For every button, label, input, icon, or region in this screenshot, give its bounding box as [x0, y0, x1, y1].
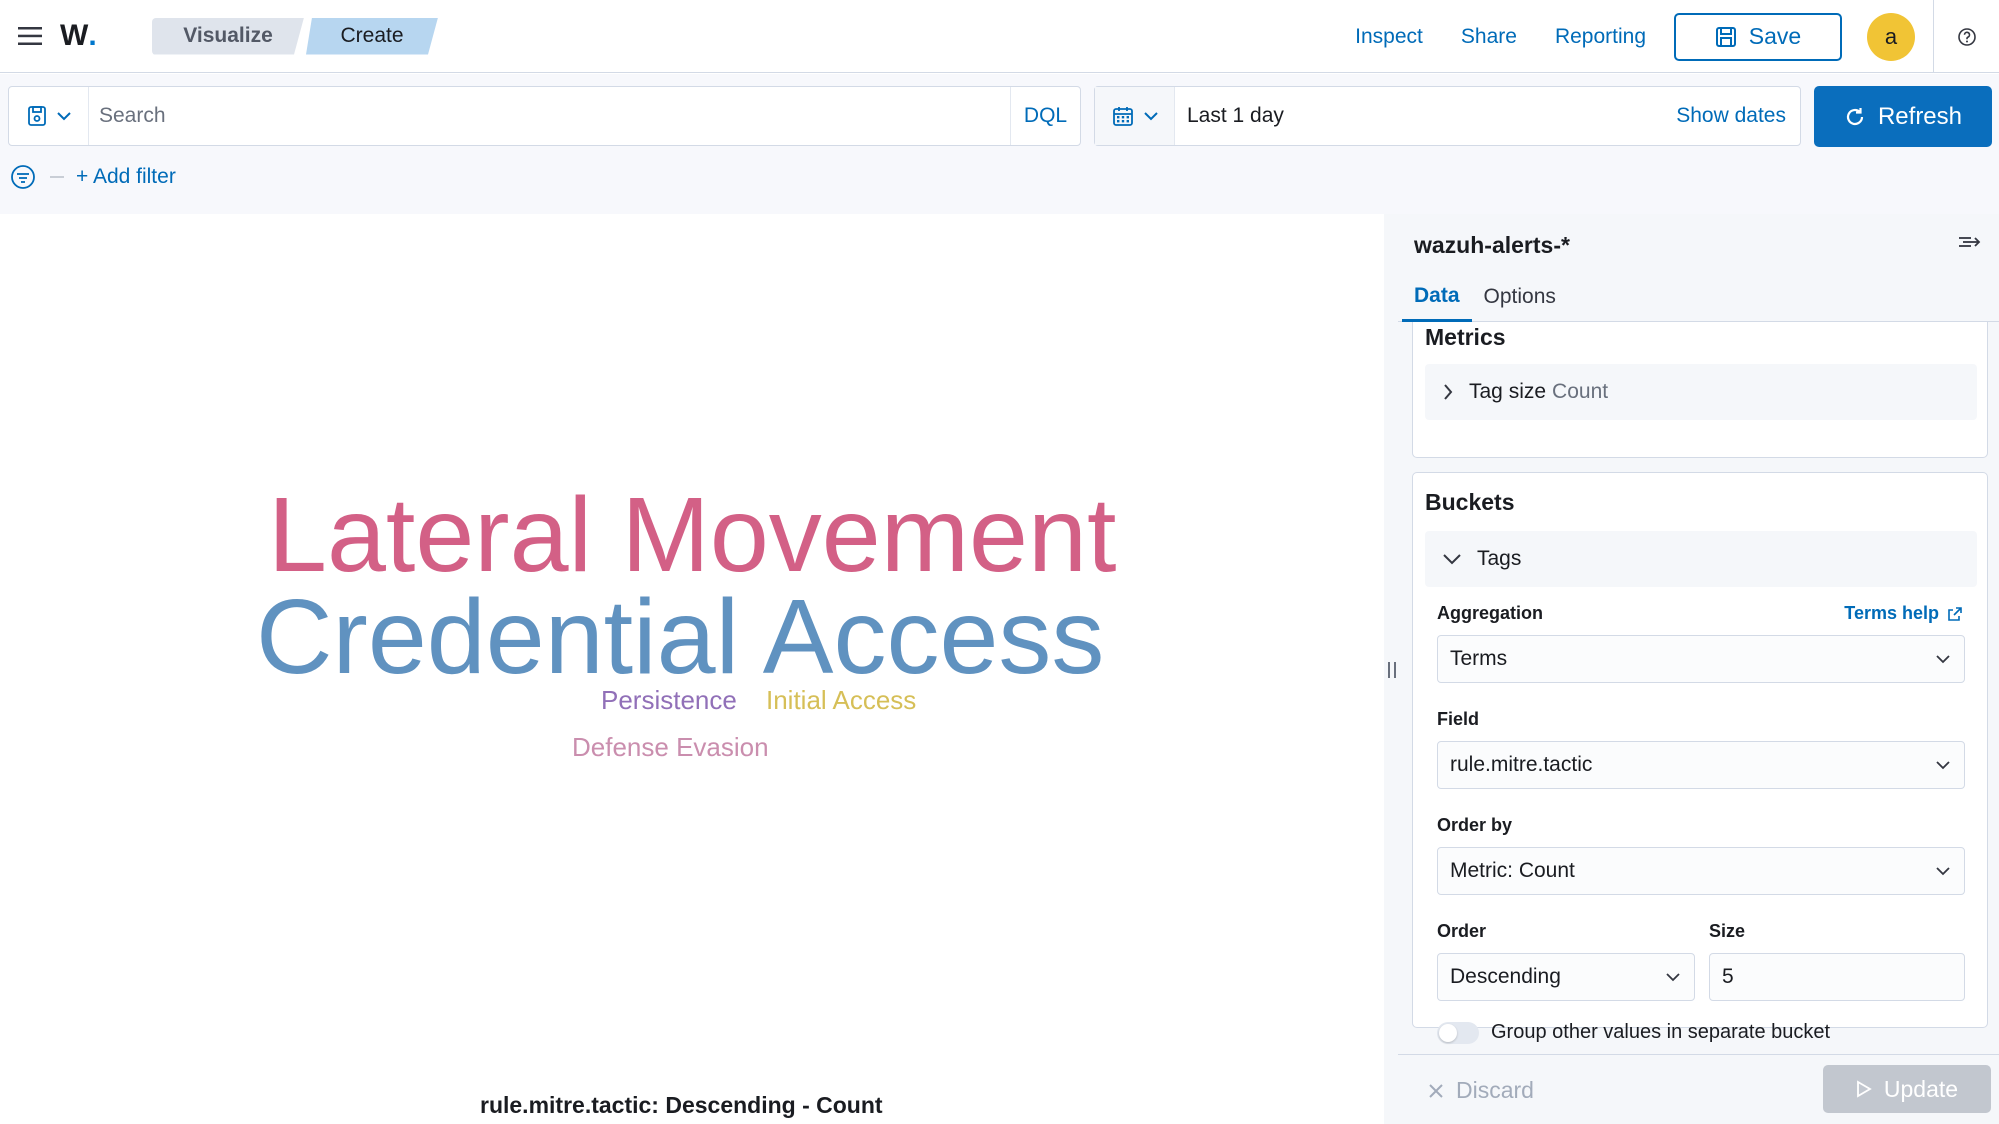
logo-dot: .: [88, 19, 97, 52]
order-by-label: Order by: [1437, 815, 1513, 835]
help-button[interactable]: [1933, 0, 1999, 73]
save-button[interactable]: Save: [1674, 12, 1842, 61]
chevron-down-icon: [1443, 554, 1461, 565]
field-value: rule.mitre.tactic: [1450, 753, 1593, 776]
query-bar: DQL Last 1 day Show dates Refresh: [0, 74, 1999, 214]
size-label: Size: [1709, 921, 1746, 941]
breadcrumb-visualize[interactable]: Visualize: [152, 18, 304, 55]
tab-data[interactable]: Data: [1402, 272, 1472, 322]
show-dates-link[interactable]: Show dates: [1676, 104, 1786, 128]
chevron-down-icon: [1666, 973, 1680, 982]
group-other-toggle[interactable]: [1437, 1021, 1479, 1044]
field-label: Field: [1437, 709, 1480, 729]
group-other-label: Group other values in separate bucket: [1491, 1021, 1831, 1043]
order-by-value: Metric: Count: [1450, 859, 1575, 882]
metric-value: Count: [1552, 380, 1609, 403]
metric-tag-size-accordion[interactable]: Tag size Count: [1425, 364, 1977, 420]
refresh-label: Refresh: [1877, 102, 1963, 130]
visualization-caption: rule.mitre.tactic: Descending - Count: [480, 1092, 883, 1118]
tag-cloud-word[interactable]: Defense Evasion: [572, 734, 769, 760]
tag-cloud-word[interactable]: Persistence: [601, 687, 737, 713]
group-other-row: Group other values in separate bucket: [1437, 1021, 1830, 1044]
aggregation-value: Terms: [1450, 647, 1508, 670]
saved-query-icon: [27, 106, 46, 126]
size-input[interactable]: 5: [1709, 953, 1965, 1001]
metric-label: Tag size: [1469, 380, 1547, 403]
panel-resize-handle[interactable]: [1384, 214, 1398, 1124]
chevron-down-icon: [1936, 761, 1950, 770]
terms-help-label: Terms help: [1844, 603, 1939, 623]
tab-options[interactable]: Options: [1472, 272, 1568, 322]
close-icon: [1429, 1083, 1443, 1098]
order-by-select[interactable]: Metric: Count: [1437, 847, 1965, 895]
hamburger-icon: [18, 27, 42, 45]
sidebar-footer: Discard Update: [1398, 1054, 1999, 1124]
bucket-tags-accordion[interactable]: Tags: [1425, 531, 1977, 587]
date-picker: Last 1 day Show dates: [1094, 86, 1801, 146]
order-value: Descending: [1450, 965, 1561, 988]
aggregation-select[interactable]: Terms: [1437, 635, 1965, 683]
refresh-icon: [1846, 107, 1864, 125]
chevron-down-icon: [1936, 867, 1950, 876]
breadcrumb-create: Create: [306, 18, 438, 55]
drag-handle-icon: [1388, 662, 1396, 678]
buckets-title: Buckets: [1425, 489, 1515, 515]
filter-icon[interactable]: [10, 164, 36, 190]
update-button[interactable]: Update: [1823, 1065, 1991, 1113]
refresh-button[interactable]: Refresh: [1814, 86, 1992, 147]
top-header: W. Visualize Create Inspect Share Report…: [0, 0, 1999, 73]
save-icon: [1715, 26, 1736, 47]
logo-text: W: [60, 19, 89, 52]
tag-cloud-visualization: Lateral Movement Credential Access Persi…: [0, 214, 1384, 1124]
terms-help-link[interactable]: Terms help: [1844, 603, 1963, 624]
sidebar-tabs: Data Options: [1398, 272, 1999, 322]
chevron-down-icon: [56, 112, 71, 121]
editor-sidebar: wazuh-alerts-* Data Options Metrics Tag …: [1398, 214, 1999, 1124]
saved-query-button[interactable]: [9, 87, 89, 145]
add-filter-link[interactable]: + Add filter: [76, 165, 176, 189]
index-pattern-title: wazuh-alerts-*: [1414, 232, 1570, 258]
chevron-down-icon: [1143, 112, 1158, 121]
tag-cloud-word[interactable]: Lateral Movement: [268, 482, 1116, 588]
query-language-button[interactable]: DQL: [1010, 87, 1080, 145]
tag-cloud-word[interactable]: Initial Access: [766, 687, 916, 713]
date-range-text[interactable]: Last 1 day: [1175, 104, 1676, 128]
bucket-label: Tags: [1477, 547, 1522, 570]
collapse-sidebar-icon[interactable]: [1957, 232, 1981, 252]
inspect-link[interactable]: Inspect: [1355, 25, 1423, 49]
app-logo[interactable]: W.: [60, 0, 110, 73]
avatar[interactable]: a: [1867, 12, 1915, 61]
discard-button[interactable]: Discard: [1428, 1077, 1534, 1104]
play-icon: [1857, 1080, 1872, 1098]
reporting-link[interactable]: Reporting: [1555, 25, 1646, 49]
order-label: Order: [1437, 921, 1487, 941]
order-select[interactable]: Descending: [1437, 953, 1695, 1001]
external-link-icon: [1948, 606, 1962, 621]
tag-cloud-word[interactable]: Credential Access: [256, 584, 1104, 690]
share-link[interactable]: Share: [1461, 25, 1517, 49]
chevron-down-icon: [1936, 655, 1950, 664]
metrics-panel: Metrics Tag size Count: [1412, 322, 1988, 458]
chevron-right-icon: [1444, 384, 1453, 400]
metrics-title: Metrics: [1425, 324, 1506, 350]
header-actions: Inspect Share Reporting Save a: [1355, 0, 1999, 73]
discard-label: Discard: [1456, 1077, 1534, 1103]
filter-row: + Add filter: [10, 162, 176, 192]
calendar-icon: [1112, 107, 1133, 126]
breadcrumb: Visualize Create: [152, 18, 438, 55]
search-group: DQL: [8, 86, 1081, 146]
quick-date-button[interactable]: [1095, 87, 1175, 145]
save-label: Save: [1748, 23, 1802, 49]
menu-button[interactable]: [0, 0, 60, 73]
field-select[interactable]: rule.mitre.tactic: [1437, 741, 1965, 789]
search-input[interactable]: [89, 87, 1010, 145]
aggregation-label: Aggregation: [1437, 603, 1543, 623]
help-icon: [1957, 27, 1976, 46]
filter-divider: [50, 176, 64, 178]
buckets-panel: Buckets Tags Aggregation Terms help Term…: [1412, 472, 1988, 1044]
update-label: Update: [1883, 1075, 1959, 1102]
